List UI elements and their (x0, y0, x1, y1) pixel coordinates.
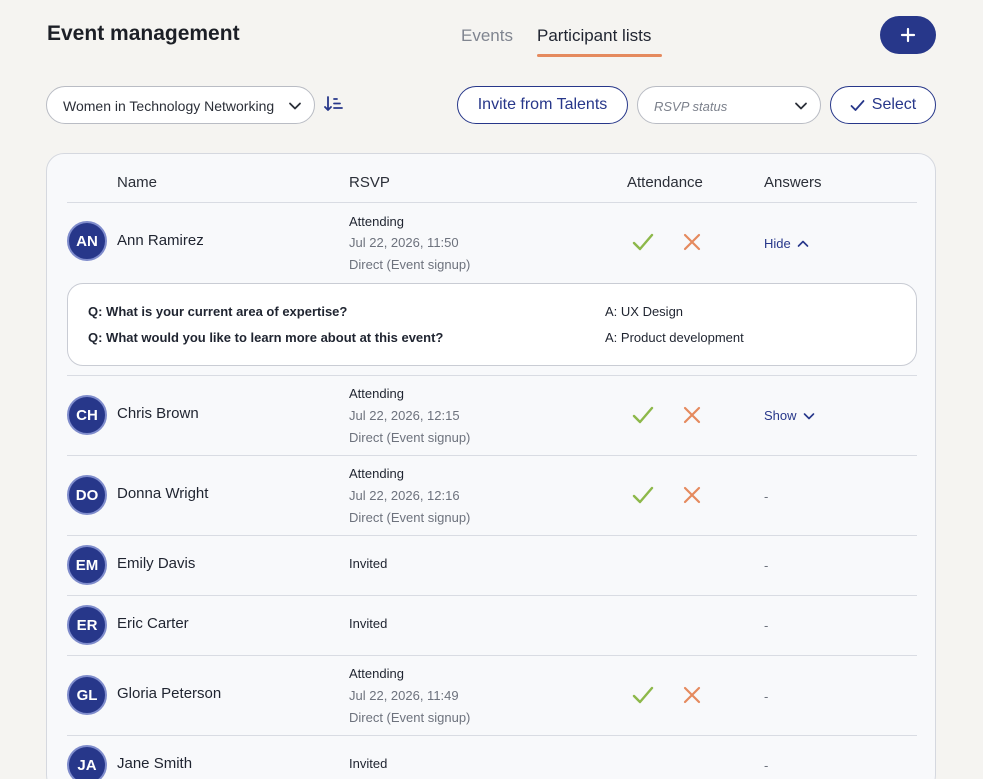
event-select[interactable]: Women in Technology Networking (46, 86, 315, 124)
avatar: EM (67, 545, 107, 585)
avatar: DO (67, 475, 107, 515)
rsvp-date: Jul 22, 2026, 11:50 (349, 235, 459, 250)
rsvp-source: Direct (Event signup) (349, 257, 471, 272)
rsvp-date: Jul 22, 2026, 12:16 (349, 488, 460, 503)
toggle-label: Show (764, 408, 797, 423)
close-icon[interactable] (682, 485, 702, 505)
column-header-answers[interactable]: Answers (764, 174, 822, 191)
column-header-attendance[interactable]: Attendance (627, 174, 703, 191)
show-answers-toggle[interactable]: Show (764, 408, 815, 423)
table-row[interactable]: GL Gloria Peterson Attending Jul 22, 202… (67, 656, 917, 736)
answers-empty: - (764, 489, 769, 504)
rsvp-date: Jul 22, 2026, 12:15 (349, 408, 460, 423)
plus-icon (900, 27, 916, 43)
question-text: Q: What is your current area of expertis… (88, 304, 348, 319)
table-row[interactable]: EM Emily Davis Invited - (67, 536, 917, 596)
participant-name: Emily Davis (117, 555, 196, 572)
column-header-name[interactable]: Name (117, 174, 157, 191)
toolbar: Women in Technology Networking Invite fr… (0, 86, 983, 126)
hide-answers-toggle[interactable]: Hide (764, 236, 809, 251)
rsvp-status: Attending (349, 466, 404, 481)
avatar: GL (67, 675, 107, 715)
avatar: CH (67, 395, 107, 435)
answers-empty: - (764, 758, 769, 773)
question-text: Q: What would you like to learn more abo… (88, 330, 444, 345)
select-button[interactable]: Select (830, 86, 936, 124)
check-icon[interactable] (632, 232, 654, 252)
select-button-label: Select (871, 96, 917, 113)
rsvp-status: Invited (349, 556, 388, 571)
avatar: ER (67, 605, 107, 645)
check-icon[interactable] (632, 685, 654, 705)
participant-name: Gloria Peterson (117, 685, 222, 702)
rsvp-status: Attending (349, 386, 404, 401)
rsvp-status: Invited (349, 616, 388, 631)
rsvp-status: Invited (349, 756, 388, 771)
rsvp-status: Attending (349, 666, 404, 681)
check-icon[interactable] (632, 405, 654, 425)
table-row[interactable]: DO Donna Wright Attending Jul 22, 2026, … (67, 456, 917, 536)
rsvp-status: Attending (349, 214, 404, 229)
answers-empty: - (764, 618, 769, 633)
participant-name: Ann Ramirez (117, 232, 204, 249)
participant-name: Chris Brown (117, 405, 199, 422)
rsvp-source: Direct (Event signup) (349, 430, 471, 445)
check-icon[interactable] (632, 485, 654, 505)
rsvp-date: Jul 22, 2026, 11:49 (349, 688, 459, 703)
participant-name: Donna Wright (117, 485, 209, 502)
page-title: Event management (47, 22, 240, 45)
table-row[interactable]: CH Chris Brown Attending Jul 22, 2026, 1… (67, 376, 917, 456)
participant-name: Eric Carter (117, 615, 189, 632)
answers-empty: - (764, 689, 769, 704)
rsvp-status-placeholder: RSVP status (654, 99, 728, 114)
add-button[interactable] (880, 16, 936, 54)
participant-name: Jane Smith (117, 755, 193, 772)
close-icon[interactable] (682, 232, 702, 252)
rsvp-source: Direct (Event signup) (349, 510, 471, 525)
participants-table: Name RSVP Attendance Answers AN Ann Rami… (46, 153, 936, 779)
answers-empty: - (764, 558, 769, 573)
chevron-down-icon (803, 412, 814, 419)
chevron-up-icon (797, 240, 809, 247)
answers-panel: Q: What is your current area of expertis… (67, 283, 917, 366)
toggle-label: Hide (764, 236, 791, 251)
table-row[interactable]: JA Jane Smith Invited - (67, 736, 917, 779)
answer-text: A: Product development (605, 330, 744, 345)
avatar: JA (67, 745, 107, 779)
tab-participant-lists[interactable]: Participant lists (537, 26, 651, 46)
tab-events[interactable]: Events (461, 26, 513, 46)
event-select-value: Women in Technology Networking (63, 98, 275, 114)
close-icon[interactable] (682, 685, 702, 705)
answer-text: A: UX Design (605, 304, 684, 319)
table-row[interactable]: ER Eric Carter Invited - (67, 596, 917, 656)
chevron-down-icon (289, 102, 301, 110)
sort-descending-icon[interactable] (324, 95, 344, 113)
active-tab-indicator (537, 54, 662, 57)
chevron-down-icon (795, 102, 807, 110)
table-header: Name RSVP Attendance Answers (67, 154, 917, 203)
header: Event management Events Participant list… (0, 0, 983, 80)
invite-from-talents-button[interactable]: Invite from Talents (457, 86, 628, 124)
close-icon[interactable] (682, 405, 702, 425)
avatar: AN (67, 221, 107, 261)
check-icon (850, 99, 865, 111)
rsvp-status-select[interactable]: RSVP status (637, 86, 821, 124)
column-header-rsvp[interactable]: RSVP (349, 174, 390, 191)
rsvp-source: Direct (Event signup) (349, 710, 471, 725)
